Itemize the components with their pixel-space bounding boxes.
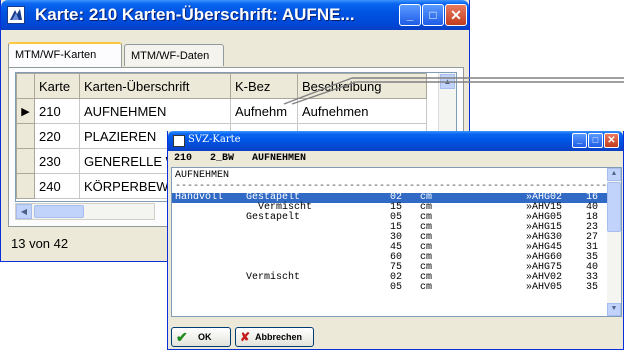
svz-karte-window: SVZ-Karte _ □ ✕ 210 2_BW AUFNEHMEN AUFNE… <box>167 131 624 350</box>
checkmark-icon: ✔ <box>176 329 188 345</box>
scroll-left-arrow-icon[interactable]: ◀ <box>16 204 32 219</box>
column-header-ueberschrift[interactable]: Karten-Überschrift <box>79 73 231 99</box>
list-item-c6: 35 <box>586 282 599 293</box>
tab-mtm-wf-daten[interactable]: MTM/WF-Daten <box>124 44 224 66</box>
row-selector[interactable] <box>16 173 35 199</box>
svz-separator: ----------------------------------------… <box>175 181 620 192</box>
ok-button-label: OK <box>198 332 212 342</box>
list-item-c5: »AHV05 <box>526 282 563 293</box>
horizontal-scroll-thumb[interactable] <box>34 205 84 218</box>
list-item-c4: cm <box>420 282 433 293</box>
cross-icon: ✘ <box>240 330 251 344</box>
maximize-button[interactable]: □ <box>422 4 444 26</box>
cell-karte[interactable]: 240 <box>34 173 80 199</box>
close-button[interactable]: ✕ <box>445 4 467 26</box>
list-item-c3: 05 <box>390 282 403 293</box>
cell-karte[interactable]: 230 <box>34 148 80 174</box>
cancel-button-label: Abbrechen <box>255 332 303 342</box>
svz-vertical-scrollbar[interactable]: ▲ ▼ <box>607 168 621 316</box>
svz-list[interactable]: AUFNEHMEN ------------------------------… <box>171 167 622 317</box>
list-item-c1: Handvoll <box>175 192 224 203</box>
svz-window-title: SVZ-Karte <box>188 134 241 145</box>
svz-maximize-button[interactable]: □ <box>588 133 603 148</box>
svz-card-header: 210 2_BW AUFNEHMEN <box>174 153 307 164</box>
svz-titlebar[interactable]: SVZ-Karte _ □ ✕ <box>168 131 623 151</box>
column-header-karte[interactable]: Karte <box>34 73 80 99</box>
svz-scroll-thumb[interactable] <box>607 182 621 232</box>
row-selector[interactable] <box>16 148 35 174</box>
row-pointer-icon: ▶ <box>16 98 35 124</box>
cell-karte[interactable]: 220 <box>34 123 80 149</box>
svz-close-button[interactable]: ✕ <box>604 133 619 148</box>
minimize-button[interactable]: _ <box>399 4 421 26</box>
ok-button[interactable]: ✔ OK <box>171 327 231 347</box>
scroll-up-arrow-icon[interactable]: ▲ <box>607 168 621 181</box>
list-item-c2: Gestapelt <box>246 212 301 223</box>
row-selector[interactable] <box>16 123 35 149</box>
list-item[interactable]: 05 cm »AHV05 35 <box>172 283 608 293</box>
svz-minimize-button[interactable]: _ <box>572 133 587 148</box>
record-counter: 13 von 42 <box>11 236 69 251</box>
scroll-down-arrow-icon[interactable]: ▼ <box>607 303 621 316</box>
tab-mtm-wf-karten[interactable]: MTM/WF-Karten <box>8 42 122 67</box>
main-titlebar[interactable]: Karte: 210 Karten-Überschrift: AUFNE... … <box>1 0 469 30</box>
cancel-button[interactable]: ✘ Abbrechen <box>235 327 314 347</box>
svz-app-icon[interactable] <box>173 135 185 147</box>
list-item-c2: Vermischt <box>246 272 301 283</box>
app-icon[interactable] <box>7 6 25 24</box>
cell-karte[interactable]: 210 <box>34 98 80 124</box>
cell-ueberschrift[interactable]: AUFNEHMEN <box>79 98 231 124</box>
svz-list-heading: AUFNEHMEN <box>175 170 230 181</box>
callout-lines <box>283 77 624 105</box>
row-selector-header <box>16 73 35 99</box>
grid-horizontal-scrollbar[interactable]: ◀ <box>15 203 155 220</box>
main-window-title: Karte: 210 Karten-Überschrift: AUFNE... <box>35 5 355 24</box>
